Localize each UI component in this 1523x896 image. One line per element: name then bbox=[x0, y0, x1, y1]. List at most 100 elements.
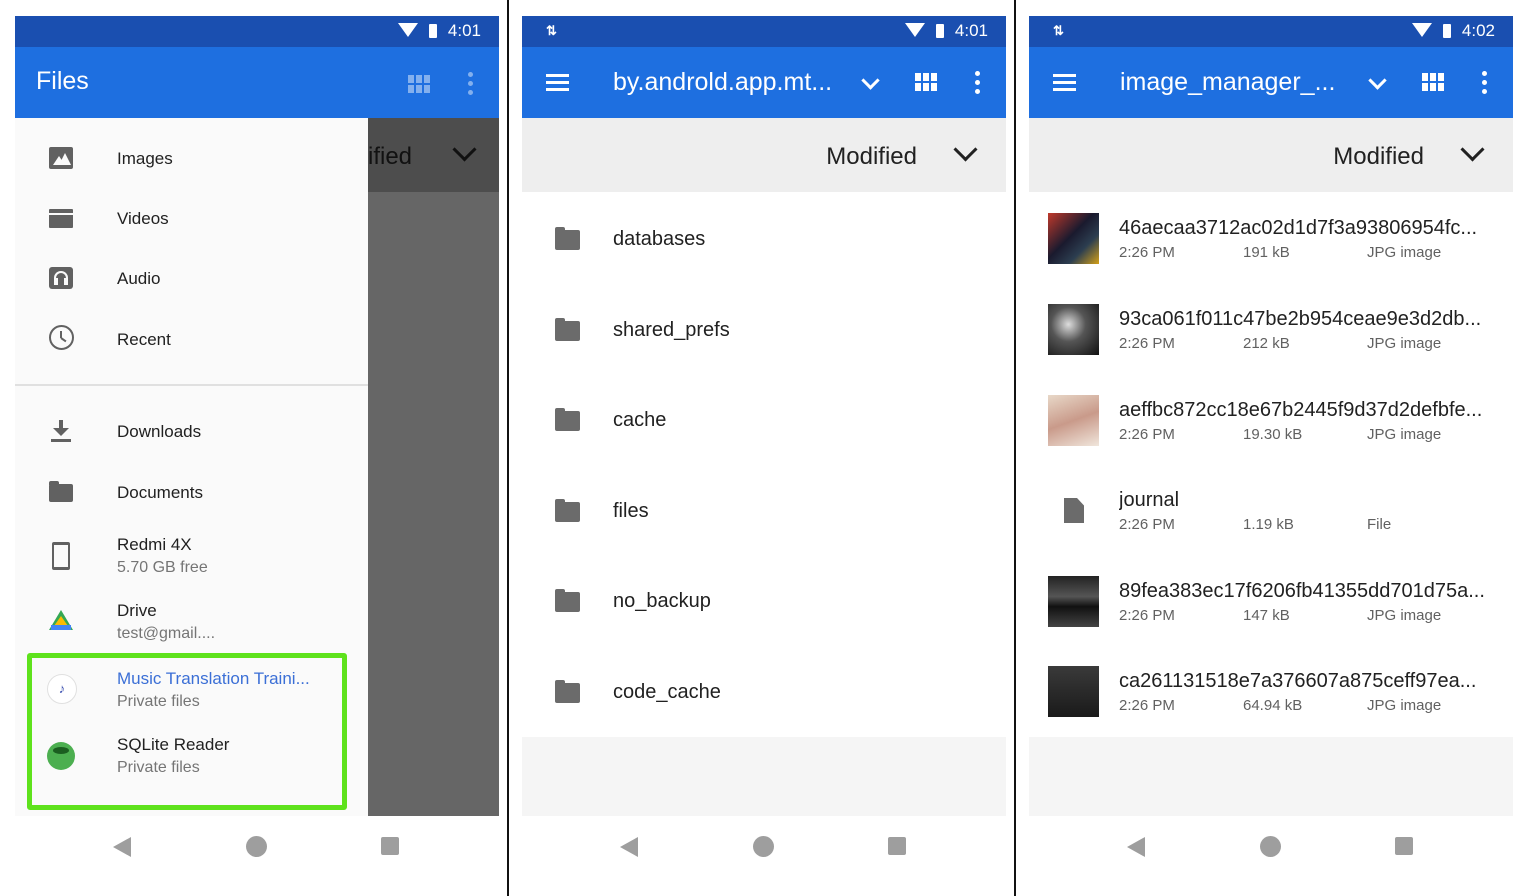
file-row[interactable]: aeffbc872cc18e67b2445f9d37d2defbfe... 2:… bbox=[1029, 384, 1513, 474]
drawer-item-label: Downloads bbox=[117, 422, 202, 441]
back-icon[interactable] bbox=[1127, 837, 1145, 857]
folder-icon bbox=[555, 589, 580, 612]
navigation-drawer: Files Images Videos Audio Recent Downloa… bbox=[15, 16, 368, 816]
file-type: JPG image bbox=[1367, 335, 1442, 352]
file-size: 64.94 kB bbox=[1243, 697, 1303, 714]
folder-row[interactable]: cache bbox=[522, 374, 1006, 464]
image-thumbnail bbox=[1048, 213, 1099, 264]
grid-view-icon[interactable] bbox=[1422, 73, 1444, 91]
status-bar: ⇅ 4:02 bbox=[1029, 16, 1513, 47]
drawer-item-images[interactable]: Images bbox=[15, 129, 368, 187]
app-title: by.androld.app.mt... bbox=[613, 68, 833, 96]
sort-bar[interactable]: Modified bbox=[522, 118, 1006, 192]
file-row[interactable]: journal 2:26 PM 1.19 kB File bbox=[1029, 474, 1513, 564]
folder-icon bbox=[49, 481, 73, 502]
drawer-item-subtitle: 5.70 GB free bbox=[117, 559, 208, 576]
file-row[interactable]: 89fea383ec17f6206fb41355dd701d75a... 2:2… bbox=[1029, 565, 1513, 655]
drawer-item-audio[interactable]: Audio bbox=[15, 249, 368, 307]
back-icon[interactable] bbox=[620, 837, 638, 857]
folder-name: no_backup bbox=[613, 590, 711, 612]
file-size: 147 kB bbox=[1243, 607, 1290, 624]
drawer-item-device-storage[interactable]: Redmi 4X 5.70 GB free bbox=[15, 523, 368, 583]
drawer-item-label: Drive bbox=[117, 601, 157, 620]
system-nav-bar bbox=[0, 816, 508, 896]
download-icon bbox=[49, 420, 73, 442]
drawer-item-label: Videos bbox=[117, 209, 169, 228]
drawer-item-label: Audio bbox=[117, 269, 161, 288]
back-icon[interactable] bbox=[113, 837, 131, 857]
recent-apps-icon[interactable] bbox=[1395, 837, 1413, 855]
drawer-item-label: Recent bbox=[117, 330, 171, 349]
drawer-item-drive[interactable]: Drive test@gmail.... bbox=[15, 588, 368, 648]
system-nav-bar bbox=[509, 816, 1014, 896]
file-size: 212 kB bbox=[1243, 335, 1290, 352]
wifi-icon bbox=[398, 23, 418, 37]
folder-name: cache bbox=[613, 409, 667, 431]
recent-apps-icon[interactable] bbox=[381, 837, 399, 855]
status-time: 4:01 bbox=[954, 21, 988, 40]
app-title: image_manager_... bbox=[1120, 68, 1336, 96]
menu-icon[interactable] bbox=[1053, 74, 1076, 91]
phone-screen: ⇅ 4:01 ified Files Images bbox=[15, 16, 499, 816]
image-thumbnail bbox=[1048, 395, 1099, 446]
chevron-down-icon bbox=[1460, 137, 1485, 162]
drawer-status-bar bbox=[15, 16, 368, 47]
home-icon[interactable] bbox=[246, 836, 267, 857]
folder-icon bbox=[555, 408, 580, 431]
drawer-item-documents[interactable]: Documents bbox=[15, 462, 368, 520]
folder-name: databases bbox=[613, 228, 706, 250]
menu-icon[interactable] bbox=[546, 74, 569, 91]
phone-screen: ⇅ 4:01 by.androld.app.mt... Modified dat… bbox=[522, 16, 1006, 816]
file-type: JPG image bbox=[1367, 244, 1442, 261]
system-nav-bar bbox=[1016, 816, 1523, 896]
file-row[interactable]: ca261131518e7a376607a875ceff97ea... 2:26… bbox=[1029, 655, 1513, 745]
folder-icon bbox=[555, 318, 580, 341]
chevron-down-icon bbox=[452, 137, 477, 162]
folder-row[interactable]: databases bbox=[522, 193, 1006, 283]
grid-view-icon[interactable] bbox=[915, 73, 937, 91]
list-footer bbox=[1029, 737, 1513, 816]
sort-label: Modified bbox=[826, 143, 917, 170]
list-footer bbox=[522, 737, 1006, 816]
drawer-item-videos[interactable]: Videos bbox=[15, 189, 368, 247]
file-row[interactable]: 93ca061f011c47be2b954ceae9e3d2db... 2:26… bbox=[1029, 293, 1513, 383]
data-transfer-icon: ⇅ bbox=[1053, 23, 1064, 38]
screenshot-panel-files: ⇅ 4:02 image_manager_... Modified 46aeca… bbox=[1016, 0, 1523, 896]
file-name: ca261131518e7a376607a875ceff97ea... bbox=[1119, 670, 1477, 692]
clock-icon bbox=[49, 325, 74, 350]
file-time: 2:26 PM bbox=[1119, 697, 1175, 714]
folder-name: shared_prefs bbox=[613, 319, 730, 341]
grid-view-icon[interactable] bbox=[408, 75, 430, 93]
file-row[interactable]: 46aecaa3712ac02d1d7f3a93806954fc... 2:26… bbox=[1029, 202, 1513, 292]
folder-row[interactable]: code_cache bbox=[522, 645, 1006, 735]
drawer-title: Files bbox=[36, 67, 89, 95]
drawer-item-recent[interactable]: Recent bbox=[15, 309, 368, 367]
more-options-icon[interactable] bbox=[1482, 71, 1487, 95]
folder-row[interactable]: files bbox=[522, 464, 1006, 554]
recent-apps-icon[interactable] bbox=[888, 837, 906, 855]
drawer-item-label: Documents bbox=[117, 483, 203, 502]
file-time: 2:26 PM bbox=[1119, 244, 1175, 261]
chevron-down-icon[interactable] bbox=[1368, 71, 1387, 90]
file-icon bbox=[1064, 498, 1084, 523]
wifi-icon bbox=[1412, 23, 1432, 37]
home-icon[interactable] bbox=[753, 836, 774, 857]
drawer-item-label: Images bbox=[117, 149, 173, 168]
drawer-item-downloads[interactable]: Downloads bbox=[15, 402, 368, 460]
folder-row[interactable]: shared_prefs bbox=[522, 283, 1006, 373]
video-icon bbox=[49, 209, 73, 228]
file-time: 2:26 PM bbox=[1119, 426, 1175, 443]
folder-icon bbox=[555, 227, 580, 250]
folder-row[interactable]: no_backup bbox=[522, 555, 1006, 645]
sort-bar[interactable]: Modified bbox=[1029, 118, 1513, 192]
more-options-icon[interactable] bbox=[975, 71, 980, 95]
chevron-down-icon[interactable] bbox=[861, 71, 880, 90]
more-options-icon[interactable] bbox=[468, 72, 473, 96]
battery-icon bbox=[1443, 24, 1451, 38]
folder-name: files bbox=[613, 500, 649, 522]
screenshot-panel-folders: ⇅ 4:01 by.androld.app.mt... Modified dat… bbox=[509, 0, 1014, 896]
sort-label: ified bbox=[368, 143, 413, 170]
home-icon[interactable] bbox=[1260, 836, 1281, 857]
status-time: 4:01 bbox=[447, 21, 481, 40]
audio-icon bbox=[49, 267, 73, 289]
